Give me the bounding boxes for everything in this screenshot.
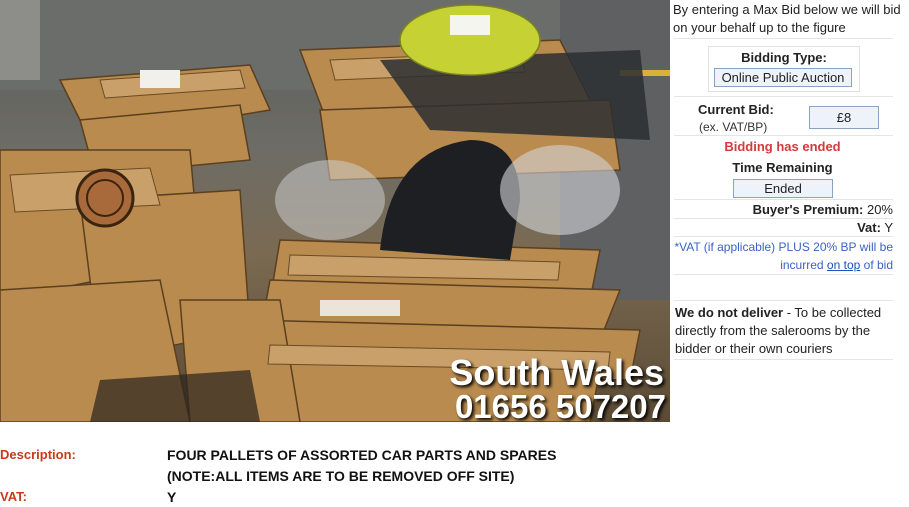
divider [674, 199, 893, 200]
vat-detail-label: VAT: [0, 489, 27, 504]
current-bid-value: £8 [809, 106, 879, 129]
description-line-1: FOUR PALLETS OF ASSORTED CAR PARTS AND S… [167, 447, 557, 463]
buyers-premium-value: 20% [866, 202, 893, 217]
time-remaining-label: Time Remaining [732, 160, 833, 175]
bidding-type-value: Online Public Auction [714, 68, 852, 87]
description-line-2: (NOTE:ALL ITEMS ARE TO BE REMOVED OFF SI… [167, 468, 515, 484]
divider [674, 38, 893, 39]
vat-note-end: of bid [863, 258, 893, 272]
lot-photo[interactable]: South Wales 01656 507207 [0, 0, 670, 422]
time-remaining-value: Ended [733, 179, 833, 198]
delivery-info: We do not deliver - To be collected dire… [675, 304, 890, 358]
divider [674, 236, 893, 237]
divider [674, 359, 893, 360]
bidding-panel: By entering a Max Bid below we will bid … [670, 0, 909, 500]
vat-note-text: *VAT (if applicable) PLUS 20% BP will be… [674, 240, 893, 272]
vat-note: *VAT (if applicable) PLUS 20% BP will be… [663, 238, 893, 274]
max-bid-info: By entering a Max Bid below we will bid … [673, 2, 901, 35]
bidding-type-box: Bidding Type: Online Public Auction [708, 46, 860, 92]
divider [674, 135, 893, 136]
divider [674, 274, 893, 275]
bidding-status: Bidding has ended [724, 139, 841, 154]
divider [674, 96, 893, 97]
watermark-phone: 01656 507207 [454, 388, 666, 422]
current-bid-label: Current Bid: [698, 102, 774, 117]
vat-label: Vat: [857, 220, 881, 235]
divider [674, 300, 893, 301]
current-bid-subtext: (ex. VAT/BP) [699, 120, 768, 134]
buyers-premium-label: Buyer's Premium: [752, 202, 864, 217]
divider [674, 218, 893, 219]
bidding-type-label: Bidding Type: [741, 50, 827, 65]
vat-row: Vat: Y [857, 220, 893, 235]
buyers-premium: Buyer's Premium: 20% [753, 202, 893, 217]
description-label: Description: [0, 447, 76, 462]
vat-note-link[interactable]: on top [827, 258, 860, 272]
vat-value: Y [884, 220, 893, 235]
vat-detail-value: Y [167, 489, 177, 505]
delivery-bold: We do not deliver [675, 305, 784, 320]
